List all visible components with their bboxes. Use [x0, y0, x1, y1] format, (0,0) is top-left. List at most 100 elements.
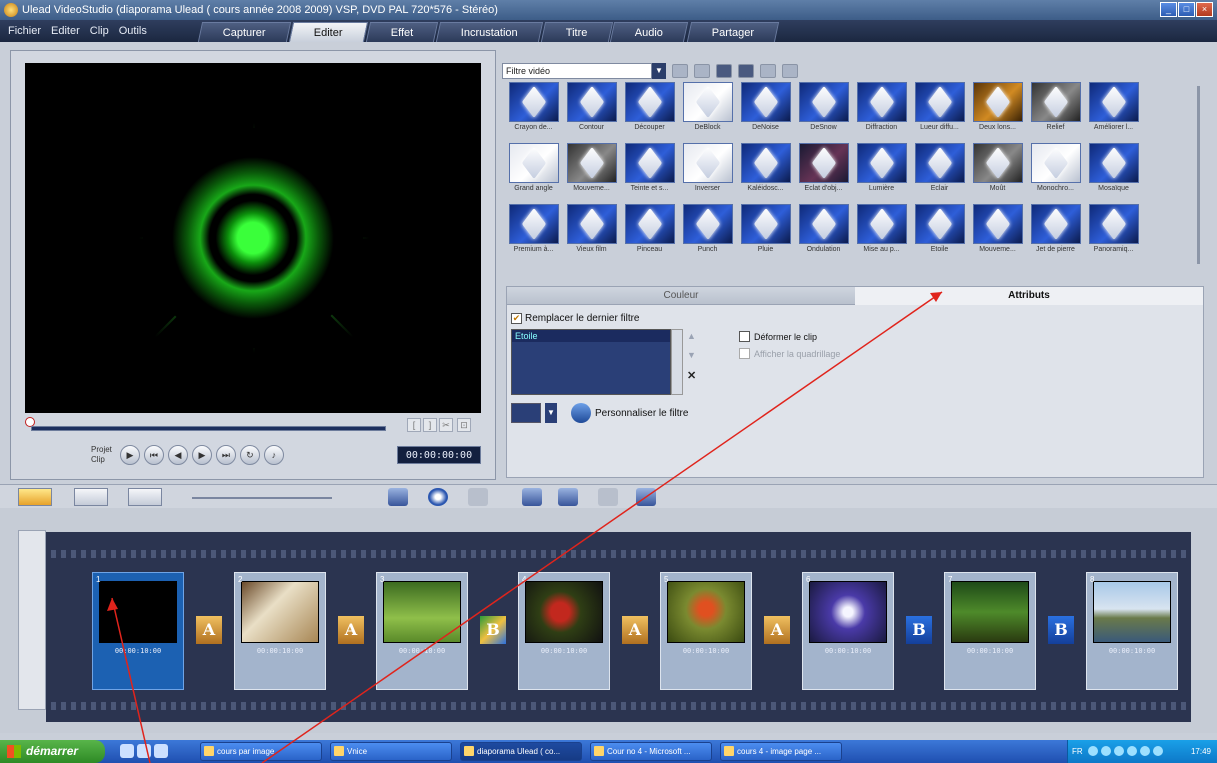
project-clip-toggle[interactable]: Projet Clip [91, 445, 112, 465]
delete-filter-icon[interactable]: ✕ [687, 369, 696, 382]
replace-last-filter-checkbox[interactable]: ✔ [511, 313, 522, 324]
media-icon[interactable] [137, 744, 151, 758]
chevron-down-icon[interactable]: ▼ [652, 63, 666, 79]
filter-thumbnail[interactable]: Kaléidosc... [738, 143, 793, 198]
customize-filter-icon[interactable] [571, 403, 591, 423]
scrubber-bar[interactable] [31, 426, 386, 431]
thumbnail-view-icon[interactable] [716, 64, 732, 78]
filter-thumbnail[interactable]: Contour [564, 82, 619, 137]
menu-file[interactable]: Fichier [8, 20, 41, 42]
filter-thumbnail[interactable]: Premium à... [506, 204, 561, 259]
customize-filter-label[interactable]: Personnaliser le filtre [595, 408, 688, 419]
filter-thumbnail[interactable]: Teinte et s... [622, 143, 677, 198]
storyboard-clip[interactable]: 5 00:00:10:00 [660, 572, 752, 690]
menu-clip[interactable]: Clip [90, 20, 109, 42]
taskbar-item[interactable]: cours 4 - image page ... [720, 742, 842, 761]
filter-thumbnail[interactable]: Améliorer l... [1086, 82, 1141, 137]
filter-thumbnail[interactable]: Découper [622, 82, 677, 137]
mark-in-icon[interactable]: [ [407, 418, 421, 432]
filter-thumbnail[interactable]: Monochro... [1028, 143, 1083, 198]
smart-proxy-icon[interactable] [428, 488, 448, 506]
storyboard-clip[interactable]: 6 00:00:10:00 [802, 572, 894, 690]
transition-icon[interactable]: A [196, 616, 222, 644]
filter-thumbnail[interactable]: Eclat d'obj... [796, 143, 851, 198]
storyboard-clip[interactable]: 1 00:00:10:00 [92, 572, 184, 690]
transition-icon[interactable]: A [622, 616, 648, 644]
taskbar-item[interactable]: Vnice [330, 742, 452, 761]
preset-dropdown-icon[interactable]: ▼ [545, 403, 557, 423]
tab-edit[interactable]: Editer [288, 22, 368, 42]
tab-attributes[interactable]: Attributs [855, 287, 1203, 305]
library-scrollbar[interactable] [1197, 86, 1200, 264]
zoom-slider[interactable] [192, 497, 332, 499]
filter-thumbnail[interactable]: Relief [1028, 82, 1083, 137]
filter-thumbnail[interactable]: Lumière [854, 143, 909, 198]
tray-icon[interactable] [1127, 746, 1137, 756]
filter-list-scrollbar[interactable] [671, 329, 683, 395]
filter-thumbnail[interactable]: Mise au p... [854, 204, 909, 259]
zoom-icon[interactable] [522, 488, 542, 506]
timecode-display[interactable]: 00:00:00:00 [397, 446, 481, 464]
tray-icon[interactable] [1140, 746, 1150, 756]
filter-thumbnail[interactable]: Eclair [912, 143, 967, 198]
tab-capture[interactable]: Capturer [197, 22, 291, 42]
filter-thumbnail[interactable]: Grand angle [506, 143, 561, 198]
tab-share[interactable]: Partager [686, 22, 779, 42]
taskbar-item[interactable]: Cour no 4 - Microsoft ... [590, 742, 712, 761]
go-start-icon[interactable]: ⏮ [143, 445, 164, 465]
tray-icon[interactable] [1153, 746, 1163, 756]
storyboard-clip[interactable]: 3 00:00:10:00 [376, 572, 468, 690]
applied-filter-item[interactable]: Etoile [512, 330, 670, 342]
storyboard-scrollbar[interactable] [28, 718, 1208, 728]
filter-thumbnail[interactable]: Crayon de... [506, 82, 561, 137]
minimize-icon[interactable]: _ [1160, 2, 1177, 17]
replace-last-filter-option[interactable]: ✔ Remplacer le dernier filtre [511, 313, 640, 324]
storyboard-view-icon[interactable] [18, 488, 52, 506]
filter-thumbnail[interactable]: Mouveme... [564, 143, 619, 198]
filter-thumbnail[interactable]: DeNoise [738, 82, 793, 137]
filter-thumbnail[interactable]: Pluie [738, 204, 793, 259]
transition-icon[interactable]: A [338, 616, 364, 644]
expand-icon[interactable] [760, 64, 776, 78]
transition-icon[interactable]: A [764, 616, 790, 644]
storyboard-clip[interactable]: 8 00:00:10:00 [1086, 572, 1178, 690]
maximize-icon[interactable]: □ [1178, 2, 1195, 17]
menu-edit[interactable]: Editer [51, 20, 80, 42]
tab-audio[interactable]: Audio [610, 22, 689, 42]
previous-frame-icon[interactable]: ◀ [167, 445, 188, 465]
volume-icon[interactable]: ♪ [263, 445, 284, 465]
filter-thumbnail[interactable]: Deux lons... [970, 82, 1025, 137]
start-button[interactable]: démarrer [0, 740, 105, 763]
enlarge-icon[interactable]: ⊡ [457, 418, 471, 432]
tab-overlay[interactable]: Incrustation [435, 22, 543, 42]
share-icon[interactable] [636, 488, 656, 506]
play-icon[interactable]: ▶ [119, 445, 140, 465]
filter-thumbnail[interactable]: DeSnow [796, 82, 851, 137]
filter-thumbnail[interactable]: Diffraction [854, 82, 909, 137]
menu-tools[interactable]: Outils [119, 20, 147, 42]
filter-thumbnail[interactable]: Inverser [680, 143, 735, 198]
browser-icon[interactable] [120, 744, 134, 758]
library-category-select[interactable]: Filtre vidéo [502, 63, 652, 79]
applied-filter-list[interactable]: Etoile [511, 329, 671, 395]
online-icon[interactable] [738, 64, 754, 78]
desktop-icon[interactable] [154, 744, 168, 758]
mark-out-icon[interactable]: ] [423, 418, 437, 432]
filter-thumbnail[interactable]: Vieux film [564, 204, 619, 259]
move-up-icon[interactable]: ▲ [687, 331, 696, 341]
filter-thumbnail[interactable]: Jet de pierre [1028, 204, 1083, 259]
library-manager-icon[interactable] [694, 64, 710, 78]
distort-clip-checkbox[interactable] [739, 331, 750, 342]
preset-icon[interactable] [511, 403, 541, 423]
filter-thumbnail[interactable]: Mosaïque [1086, 143, 1141, 198]
repeat-icon[interactable]: ↻ [239, 445, 260, 465]
record-icon[interactable] [558, 488, 578, 506]
split-icon[interactable]: ✂ [439, 418, 453, 432]
filter-thumbnail[interactable]: Etoile [912, 204, 967, 259]
tray-icon[interactable] [1101, 746, 1111, 756]
filter-thumbnail[interactable]: Ondulation [796, 204, 851, 259]
tab-effect[interactable]: Effet [365, 22, 439, 42]
storyboard-side-tools[interactable] [18, 530, 46, 710]
storyboard-clip[interactable]: 7 00:00:10:00 [944, 572, 1036, 690]
distort-clip-option[interactable]: Déformer le clip [739, 331, 840, 342]
